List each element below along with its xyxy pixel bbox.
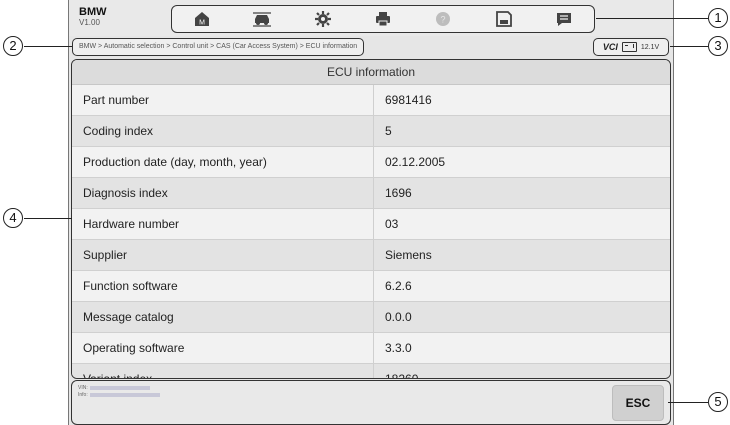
vehicle-swap-icon[interactable]: [250, 9, 274, 29]
row-label: Hardware number: [72, 209, 374, 239]
battery-icon: [621, 42, 637, 52]
callout-leader-2: [24, 46, 72, 47]
row-label: Part number: [72, 85, 374, 115]
bottom-bar: VIN: Info: ESC: [71, 380, 671, 425]
row-label: Message catalog: [72, 302, 374, 332]
help-icon[interactable]: ?: [431, 9, 455, 29]
home-icon[interactable]: M: [190, 9, 214, 29]
row-value: 02.12.2005: [385, 155, 446, 169]
row-label: Variant index: [72, 364, 374, 378]
callout-1: 1: [708, 8, 728, 28]
ecu-information-panel: ECU information Part number 6981416 Coding…: [71, 59, 671, 379]
row-label: Supplier: [72, 240, 374, 270]
callout-3: 3: [708, 36, 728, 56]
app-brand: BMW V1.00: [79, 6, 107, 28]
row-value: 5: [385, 124, 392, 138]
vin-value-redacted: [89, 385, 150, 390]
navigation-row: BMW > Automatic selection > Control unit…: [69, 38, 673, 56]
battery-voltage: 12.1V: [640, 43, 660, 51]
svg-text:M: M: [199, 20, 205, 27]
row-value: 03: [385, 217, 399, 231]
row-value: 18260: [385, 372, 419, 379]
table-row: Hardware number 03: [72, 209, 670, 240]
app-name: BMW: [79, 6, 107, 18]
status-indicators: VCI 12.1V: [593, 38, 669, 56]
row-label: Coding index: [72, 116, 374, 146]
top-bar: BMW V1.00 M ?: [69, 0, 673, 36]
vin-label: VIN:: [78, 385, 88, 391]
table-row: Production date (day, month, year) 02.12.…: [72, 147, 670, 178]
vehicle-info: VIN: Info:: [78, 385, 160, 399]
row-value: 6981416: [385, 93, 432, 107]
diagnostic-screen: BMW V1.00 M ? BMW > Automatic selection …: [68, 0, 674, 425]
table-row: Supplier Siemens: [72, 240, 670, 271]
callout-leader-1: [596, 18, 708, 19]
callout-leader-4: [24, 218, 72, 219]
callout-4: 4: [3, 208, 23, 228]
row-label: Function software: [72, 271, 374, 301]
row-value: 3.3.0: [385, 341, 412, 355]
app-version: V1.00: [79, 18, 100, 27]
table-row: Part number 6981416: [72, 85, 670, 116]
info-value-redacted: [89, 392, 160, 397]
function-toolbar: M ?: [171, 5, 595, 33]
row-label: Operating software: [72, 333, 374, 363]
esc-button[interactable]: ESC: [612, 385, 664, 421]
save-icon[interactable]: [492, 9, 516, 29]
data-logging-icon[interactable]: [552, 9, 576, 29]
table-row: Variant index 18260: [72, 364, 670, 379]
table-row: Function software 6.2.6: [72, 271, 670, 302]
row-label: Diagnosis index: [72, 178, 374, 208]
callout-2: 2: [3, 36, 23, 56]
callout-5: 5: [708, 392, 728, 412]
panel-title: ECU information: [72, 60, 670, 85]
row-value: 1696: [385, 186, 412, 200]
callout-leader-3: [670, 46, 708, 47]
print-icon[interactable]: [371, 9, 395, 29]
table-row: Coding index 5: [72, 116, 670, 147]
callout-leader-5: [668, 402, 708, 403]
breadcrumb: BMW > Automatic selection > Control unit…: [72, 38, 365, 56]
settings-gear-icon[interactable]: [311, 9, 335, 29]
vci-connection-icon: VCI: [602, 42, 618, 52]
row-value: 6.2.6: [385, 279, 412, 293]
row-value: Siemens: [385, 248, 432, 262]
table-row: Diagnosis index 1696: [72, 178, 670, 209]
table-row: Message catalog 0.0.0: [72, 302, 670, 333]
info-label: Info:: [78, 392, 88, 398]
row-label: Production date (day, month, year): [72, 147, 374, 177]
svg-text:?: ?: [441, 15, 446, 25]
ecu-info-table: Part number 6981416 Coding index 5 Productio…: [72, 85, 670, 379]
table-row: Operating software 3.3.0: [72, 333, 670, 364]
row-value: 0.0.0: [385, 310, 412, 324]
